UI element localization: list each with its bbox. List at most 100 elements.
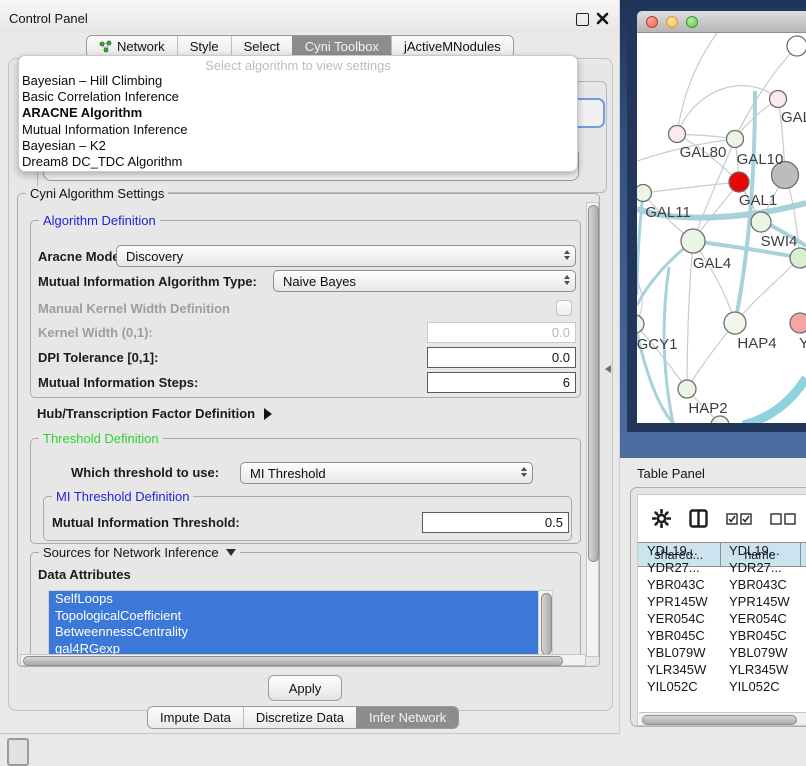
- network-node-y[interactable]: [790, 313, 806, 333]
- mac-zoom-button[interactable]: [686, 16, 698, 28]
- attribute-item[interactable]: SelfLoops: [49, 591, 539, 608]
- tab-jactivemnodules[interactable]: jActiveMNodules: [391, 36, 513, 57]
- node-label: GAL80: [680, 144, 727, 161]
- algorithm-option[interactable]: Bayesian – K2: [19, 138, 577, 154]
- attribute-item[interactable]: BetweennessCentrality: [49, 624, 539, 641]
- mi-threshold-group-title: MI Threshold Definition: [52, 489, 193, 504]
- subtab-discretize-data[interactable]: Discretize Data: [243, 707, 356, 728]
- algorithm-option[interactable]: Mutual Information Inference: [19, 122, 577, 138]
- gear-icon[interactable]: [652, 509, 671, 528]
- network-node-gal10[interactable]: [727, 131, 744, 148]
- table-row[interactable]: YPR145WYPR145W9.: [638, 593, 806, 610]
- table-row[interactable]: YER054CYER054C8.: [638, 610, 806, 627]
- split-panel-icon[interactable]: [689, 509, 708, 528]
- network-node-hap4[interactable]: [724, 312, 746, 334]
- table-cell: YBL079W: [720, 644, 800, 661]
- table-row[interactable]: YDR27...YDR27...12: [638, 559, 806, 576]
- float-window-icon[interactable]: [576, 13, 589, 26]
- select-all-columns-icon[interactable]: [726, 513, 752, 525]
- table-cell: YBR045C: [720, 627, 800, 644]
- tab-label: Style: [190, 39, 219, 54]
- data-attributes-list[interactable]: SelfLoopsTopologicalCoefficientBetweenne…: [48, 590, 553, 659]
- mac-close-button[interactable]: [646, 16, 658, 28]
- dpi-tolerance-field[interactable]: [427, 347, 576, 368]
- network-node-gal11[interactable]: [637, 185, 652, 202]
- network-edge: [693, 241, 735, 323]
- table-cell: YLR345W: [638, 661, 720, 678]
- mi-algorithm-type-combobox[interactable]: Naive Bayes: [273, 270, 576, 292]
- mi-steps-field[interactable]: [427, 372, 576, 393]
- network-node-hap2[interactable]: [678, 380, 696, 398]
- combo-spinner-icon: [564, 250, 570, 260]
- aracne-mode-value: Discovery: [126, 249, 183, 264]
- network-icon: [99, 40, 112, 53]
- table-panel: shared...nameA YDL19...YDL19...13YDR27..…: [630, 487, 806, 727]
- mi-threshold-group: MI Threshold Definition Mutual Informati…: [43, 496, 572, 541]
- tab-label: Network: [117, 39, 165, 54]
- network-node[interactable]: [787, 36, 806, 56]
- table-cell: 9.: [800, 593, 806, 610]
- table-rows-viewport: YDL19...YDL19...13YDR27...YDR27...12YBR0…: [638, 542, 806, 712]
- network-edge: [687, 323, 735, 389]
- network-node-gal4[interactable]: [681, 229, 705, 253]
- tab-select[interactable]: Select: [231, 36, 292, 57]
- tab-cyni-toolbox[interactable]: Cyni Toolbox: [292, 36, 391, 57]
- mac-minimize-button[interactable]: [666, 16, 678, 28]
- network-node-swi4[interactable]: [751, 212, 771, 232]
- network-node-gal80[interactable]: [669, 126, 686, 143]
- network-node-gal[interactable]: [770, 91, 787, 108]
- settings-horizontal-scrollbar[interactable]: [20, 654, 586, 666]
- expanded-arrow-icon: [226, 549, 236, 556]
- network-canvas[interactable]: GALGAL80GAL10GAL1GAL11SWI4GAL4GCY1HAP4YH…: [637, 33, 806, 423]
- subtab-infer-network[interactable]: Infer Network: [356, 707, 458, 728]
- table-cell: YBR043C: [720, 576, 800, 593]
- threshold-definition-group: Threshold Definition Which threshold to …: [30, 438, 581, 544]
- attribute-item[interactable]: TopologicalCoefficient: [49, 608, 539, 625]
- mi-threshold-field[interactable]: [422, 512, 569, 533]
- table-row[interactable]: YBL079WYBL079W: [638, 644, 806, 661]
- kernel-width-label: Kernel Width (0,1):: [38, 325, 153, 340]
- settings-vertical-scrollbar[interactable]: [586, 202, 599, 657]
- list-scrollbar-thumb[interactable]: [541, 593, 552, 655]
- algorithm-option[interactable]: Bayesian – Hill Climbing: [19, 73, 577, 89]
- network-node[interactable]: [790, 248, 806, 268]
- table-row[interactable]: YBR045CYBR045C9.: [638, 627, 806, 644]
- aracne-mode-label: Aracne Mode:: [38, 249, 124, 264]
- list-scrollbar[interactable]: [538, 591, 552, 658]
- subtab-impute-data[interactable]: Impute Data: [148, 707, 243, 728]
- sources-toggle[interactable]: Sources for Network Inference: [39, 545, 240, 560]
- network-node-gal1[interactable]: [729, 172, 749, 192]
- table-cell: 9.: [800, 627, 806, 644]
- manual-kernel-checkbox[interactable]: [556, 300, 572, 316]
- tab-style[interactable]: Style: [177, 36, 231, 57]
- settings-hscroll-thumb[interactable]: [23, 656, 563, 666]
- node-label: SWI4: [761, 233, 798, 250]
- table-cell: 9.: [800, 661, 806, 678]
- deselect-all-columns-icon[interactable]: [770, 513, 796, 525]
- network-edge: [743, 378, 806, 423]
- algorithm-option[interactable]: ARACNE Algorithm: [19, 105, 577, 121]
- tab-label: Cyni Toolbox: [305, 39, 379, 54]
- table-row[interactable]: YLR345WYLR345W9.: [638, 661, 806, 678]
- algorithm-option[interactable]: Basic Correlation Inference: [19, 89, 577, 105]
- tab-network[interactable]: Network: [87, 36, 177, 57]
- tab-label: Select: [244, 39, 280, 54]
- table-row[interactable]: YDL19...YDL19...13: [638, 542, 806, 559]
- table-hscroll-thumb[interactable]: [642, 715, 797, 725]
- kernel-width-field[interactable]: [427, 322, 576, 343]
- table-cell: YDL19...: [720, 542, 800, 559]
- table-row[interactable]: YBR043CYBR043C: [638, 576, 806, 593]
- aracne-mode-combobox[interactable]: Discovery: [116, 245, 576, 267]
- table-horizontal-scrollbar[interactable]: [639, 712, 806, 725]
- table-row[interactable]: YIL052CYIL052C9.: [638, 678, 806, 695]
- close-icon[interactable]: [596, 12, 609, 25]
- algorithm-option[interactable]: Dream8 DC_TDC Algorithm: [19, 154, 577, 170]
- settings-vscroll-thumb[interactable]: [588, 205, 599, 562]
- threshold-combobox[interactable]: MI Threshold: [240, 462, 533, 484]
- hub-definition-toggle[interactable]: Hub/Transcription Factor Definition: [37, 406, 272, 421]
- table-cell: [800, 644, 806, 661]
- panel-splitter-arrow-icon[interactable]: [605, 365, 611, 373]
- tab-label: jActiveMNodules: [404, 39, 501, 54]
- network-node-gcy1[interactable]: [637, 315, 644, 333]
- apply-button[interactable]: Apply: [268, 675, 342, 701]
